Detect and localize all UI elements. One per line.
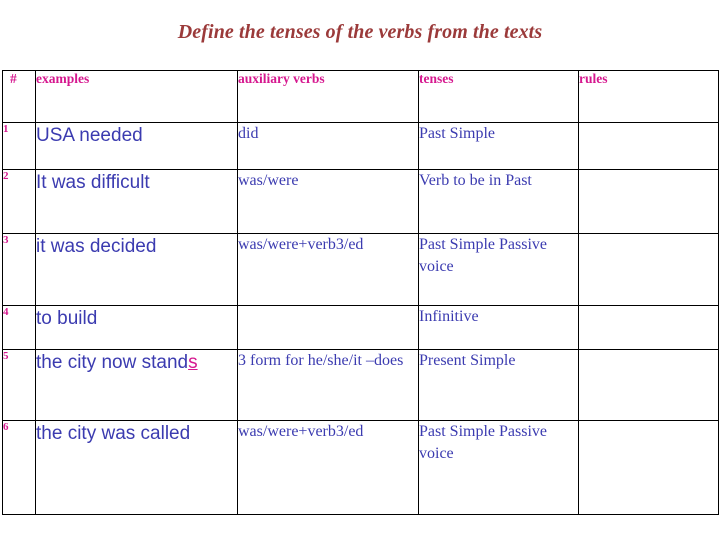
page-title: Define the tenses of the verbs from the …	[177, 21, 543, 43]
cell-auxiliary	[237, 305, 419, 350]
cell-auxiliary: was/were	[237, 169, 419, 234]
table-row: 3 it was decided was/were+verb3/ed Past …	[2, 233, 719, 306]
cell-rules	[578, 169, 719, 234]
cell-tense: Past Simple	[418, 122, 579, 170]
example-text: USA needed	[36, 125, 143, 146]
cell-tense: Present Simple	[418, 349, 579, 421]
cell-example: It was difficult	[35, 169, 238, 234]
row-number: 6	[2, 420, 36, 515]
row-number: 4	[2, 305, 36, 350]
column-header-auxiliary-verbs: auxiliary verbs	[237, 70, 419, 123]
cell-tense: Past Simple Passive voice	[418, 233, 579, 306]
cell-auxiliary: did	[237, 122, 419, 170]
tense-analysis-table: # examples auxiliary verbs tenses rules …	[2, 70, 719, 515]
cell-rules	[578, 233, 719, 306]
example-highlight: s	[188, 352, 198, 373]
table-header-row: # examples auxiliary verbs tenses rules	[2, 70, 719, 123]
cell-example: the city now stands	[35, 349, 238, 421]
cell-rules	[578, 305, 719, 350]
example-text: it was decided	[36, 236, 157, 257]
cell-auxiliary: was/were+verb3/ed	[237, 420, 419, 515]
cell-rules	[578, 420, 719, 515]
cell-example: it was decided	[35, 233, 238, 306]
example-text: the city was called	[36, 423, 191, 444]
table-row: 1 USA needed did Past Simple	[2, 122, 719, 170]
table-row: 5 the city now stands 3 form for he/she/…	[2, 349, 719, 421]
row-number: 1	[2, 122, 36, 170]
table-row: 6 the city was called was/were+verb3/ed …	[2, 420, 719, 515]
column-header-tenses: tenses	[418, 70, 579, 123]
cell-auxiliary: was/were+verb3/ed	[237, 233, 419, 306]
cell-tense: Verb to be in Past	[418, 169, 579, 234]
example-text: the city now stand	[36, 352, 189, 373]
cell-rules	[578, 122, 719, 170]
example-text: It was difficult	[36, 172, 150, 193]
example-text: to build	[36, 308, 98, 329]
column-header-examples: examples	[35, 70, 238, 123]
cell-example: the city was called	[35, 420, 238, 515]
cell-example: USA needed	[35, 122, 238, 170]
cell-auxiliary: 3 form for he/she/it –does	[237, 349, 419, 421]
cell-tense: Infinitive	[418, 305, 579, 350]
row-number: 5	[2, 349, 36, 421]
row-number: 2	[2, 169, 36, 234]
cell-example: to build	[35, 305, 238, 350]
column-header-number: #	[2, 70, 36, 123]
table-row: 4 to build Infinitive	[2, 305, 719, 350]
cell-tense: Past Simple Passive voice	[418, 420, 579, 515]
table-row: 2 It was difficult was/were Verb to be i…	[2, 169, 719, 234]
row-number: 3	[2, 233, 36, 306]
cell-rules	[578, 349, 719, 421]
column-header-rules: rules	[578, 70, 719, 123]
